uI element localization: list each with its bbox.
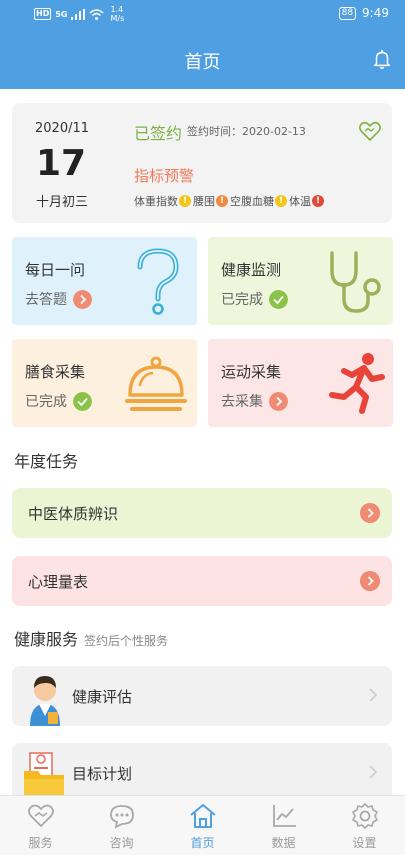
tile-exercise-collection[interactable]: 运动采集 去采集 xyxy=(208,339,393,427)
tab-consult[interactable]: 咨询 xyxy=(81,796,162,855)
bottom-tab-bar: 服务 咨询 首页 数据 设置 xyxy=(0,795,405,855)
tile-title: 膳食采集 xyxy=(25,363,86,381)
tab-settings[interactable]: 设置 xyxy=(324,796,405,855)
app-header: HD 5G 1.4 M/s 88 9:49 首页 xyxy=(0,0,405,89)
chat-bubble-icon xyxy=(109,805,134,829)
runner-icon xyxy=(329,353,385,414)
tab-label: 数据 xyxy=(271,836,296,850)
indicator-label: 空腹血糖 xyxy=(230,195,274,208)
gear-icon xyxy=(351,803,378,829)
tile-title: 每日一问 xyxy=(25,261,86,279)
health-services-title: 健康服务 xyxy=(14,630,79,649)
cloche-icon xyxy=(125,356,187,411)
tile-title: 运动采集 xyxy=(221,363,282,381)
battery-indicator: 88 xyxy=(338,6,357,20)
line-chart-icon xyxy=(272,805,296,827)
tile-health-monitoring[interactable]: 健康监测 已完成 xyxy=(208,237,393,325)
tile-status: 去采集 xyxy=(221,391,288,411)
warning-icon: ! xyxy=(312,195,324,207)
speed-unit: M/s xyxy=(110,14,125,23)
stethoscope-icon xyxy=(330,251,381,313)
tile-status-label: 去答题 xyxy=(25,292,67,308)
tile-status-label: 已完成 xyxy=(221,292,263,308)
network-speed: 1.4 M/s xyxy=(110,5,124,23)
warning-icon: ! xyxy=(275,195,287,207)
service-label: 目标计划 xyxy=(72,765,133,783)
service-health-assessment[interactable]: 健康评估 xyxy=(12,666,392,726)
task-tcm-constitution[interactable]: 中医体质辨识 xyxy=(12,488,392,538)
tab-data[interactable]: 数据 xyxy=(243,796,324,855)
health-services-header: 健康服务 签约后个性服务 xyxy=(14,626,168,650)
task-psych-scale[interactable]: 心理量表 xyxy=(12,556,392,606)
tab-label: 首页 xyxy=(190,836,215,850)
check-icon xyxy=(269,289,288,309)
tab-label: 服务 xyxy=(28,836,53,850)
indicator-warning-title: 指标预警 xyxy=(134,167,195,185)
tab-label: 设置 xyxy=(352,836,377,850)
tab-label: 咨询 xyxy=(109,836,134,850)
task-label: 中医体质辨识 xyxy=(28,505,119,523)
sign-time-value: 2020-02-13 xyxy=(242,125,306,138)
arrow-right-icon xyxy=(73,289,92,309)
folder-icon xyxy=(24,752,64,801)
indicator-waist[interactable]: 腰围! xyxy=(193,193,228,209)
page-title: 首页 xyxy=(184,52,221,73)
indicator-list: 体重指数! 腰围! 空腹血糖! 体温! xyxy=(134,193,326,209)
task-label: 心理量表 xyxy=(28,573,89,591)
sign-time: 签约时间：2020-02-13 xyxy=(187,123,306,139)
warning-icon: ! xyxy=(216,195,228,207)
warning-icon: ! xyxy=(179,195,191,207)
status-bar: HD 5G 1.4 M/s 88 9:49 xyxy=(0,0,405,28)
sign-info-card: 2020/11 17 十月初三 已签约 签约时间：2020-02-13 指标预警… xyxy=(12,103,392,223)
chevron-right-icon xyxy=(369,688,378,702)
arrow-right-icon xyxy=(360,503,380,523)
heart-hands-icon xyxy=(27,804,54,828)
tile-diet-collection[interactable]: 膳食采集 已完成 xyxy=(12,339,197,427)
indicator-temperature[interactable]: 体温! xyxy=(289,193,324,209)
service-goal-plan[interactable]: 目标计划 xyxy=(12,743,392,803)
signal-icon xyxy=(71,8,86,20)
check-icon xyxy=(73,391,92,411)
arrow-right-icon xyxy=(269,391,288,411)
tile-status: 已完成 xyxy=(25,391,92,411)
clock: 9:49 xyxy=(362,6,389,20)
tile-status: 去答题 xyxy=(25,289,92,309)
speed-value: 1.4 xyxy=(110,5,124,14)
tile-status-label: 已完成 xyxy=(25,394,67,410)
doctor-avatar xyxy=(30,676,60,726)
home-icon xyxy=(189,804,216,828)
indicator-bmi[interactable]: 体重指数! xyxy=(134,193,191,209)
signal-type: 5G xyxy=(55,9,68,19)
tile-daily-question[interactable]: 每日一问 去答题 xyxy=(12,237,197,325)
sign-time-label: 签约时间： xyxy=(187,125,242,138)
tile-status-label: 去采集 xyxy=(221,394,263,410)
indicator-fasting-glucose[interactable]: 空腹血糖! xyxy=(230,193,287,209)
tile-status: 已完成 xyxy=(221,289,288,309)
tab-service[interactable]: 服务 xyxy=(0,796,81,855)
indicator-label: 体重指数 xyxy=(134,195,178,208)
chevron-right-icon xyxy=(369,765,378,779)
service-label: 健康评估 xyxy=(72,688,133,706)
bell-icon[interactable] xyxy=(371,48,393,70)
signed-status: 已签约 xyxy=(134,124,183,143)
indicator-label: 腰围 xyxy=(193,195,215,208)
lunar-date: 十月初三 xyxy=(36,195,89,210)
indicator-label: 体温 xyxy=(289,195,311,208)
year-month: 2020/11 xyxy=(35,121,90,136)
question-icon xyxy=(137,248,179,315)
hd-indicator: HD xyxy=(34,8,52,20)
tab-home[interactable]: 首页 xyxy=(162,796,243,855)
health-services-subtitle: 签约后个性服务 xyxy=(84,634,169,648)
day-number: 17 xyxy=(36,143,87,184)
handshake-heart-icon xyxy=(359,121,381,142)
annual-tasks-title: 年度任务 xyxy=(14,452,79,471)
arrow-right-icon xyxy=(360,571,380,591)
tile-title: 健康监测 xyxy=(221,261,282,279)
wifi-icon xyxy=(89,8,104,20)
